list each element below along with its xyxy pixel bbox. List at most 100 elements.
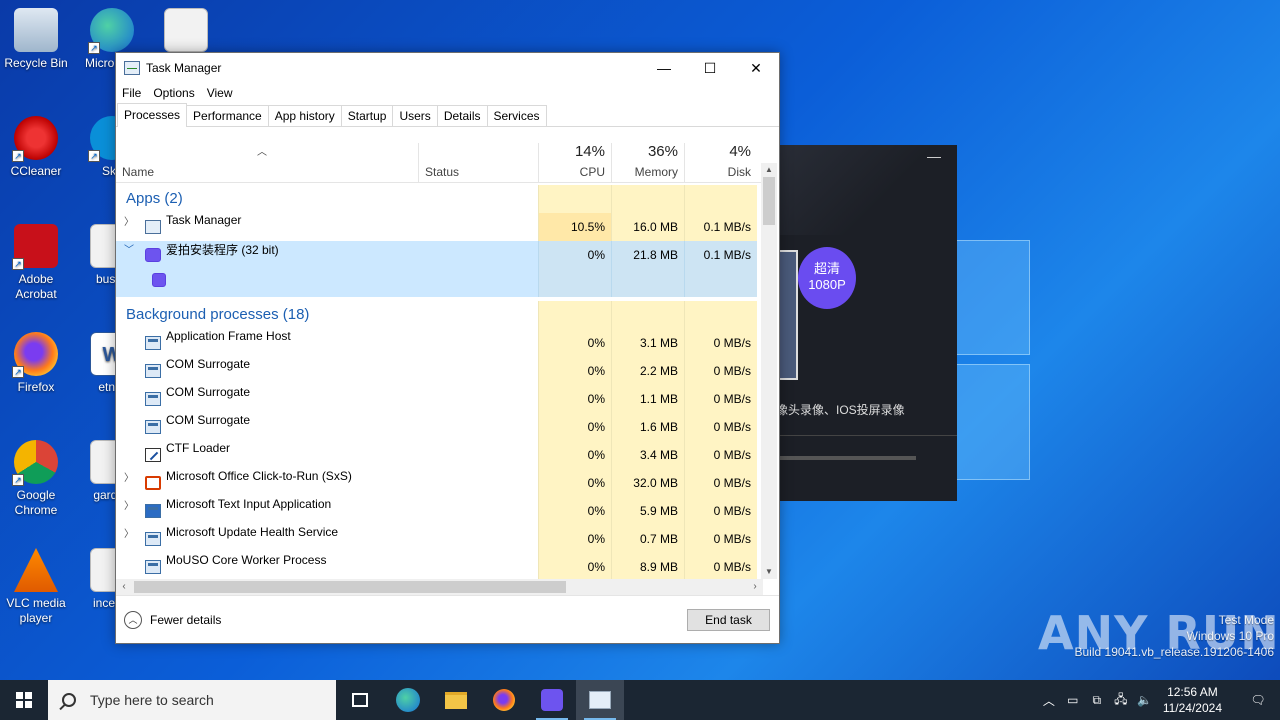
firefox-icon: [493, 689, 515, 711]
chrome-icon: ↗: [12, 440, 58, 486]
vertical-scrollbar[interactable]: ▲ ▼: [761, 163, 777, 579]
window-app-icon: [145, 364, 161, 378]
menu-file[interactable]: File: [122, 86, 141, 100]
taskbar-file-explorer[interactable]: [432, 680, 480, 720]
taskbar-edge[interactable]: [384, 680, 432, 720]
notification-icon[interactable]: 🗨: [1236, 693, 1280, 707]
desktop-icon-google-chrome[interactable]: ↗ Google Chrome: [0, 440, 72, 518]
window-app-icon: [145, 504, 161, 518]
edge-icon: ↗: [88, 8, 134, 54]
chevron-up-icon[interactable]: ︿: [1037, 692, 1061, 709]
firefox-icon: ↗: [12, 332, 58, 378]
desktop-icon-firefox[interactable]: ↗ Firefox: [0, 332, 72, 395]
taskbar-task-manager[interactable]: [576, 680, 624, 720]
tablet-icon[interactable]: ▭: [1061, 693, 1085, 707]
chevron-right-icon[interactable]: 〉: [124, 213, 134, 228]
table-row[interactable]: COM Surrogate 0% 1.6 MB 0 MB/s: [116, 413, 757, 441]
volume-icon[interactable]: 🔈: [1133, 693, 1157, 707]
desktop-icon-vlc[interactable]: VLC media player: [0, 548, 72, 626]
desktop-icon-ccleaner[interactable]: ↗ CCleaner: [0, 116, 72, 179]
table-row[interactable]: 〉 Microsoft Text Input Application 0% 5.…: [116, 497, 757, 525]
recycle-bin-icon: [14, 8, 58, 52]
taskbar-aipai[interactable]: [528, 680, 576, 720]
start-button[interactable]: [0, 680, 48, 720]
image-file-icon: [164, 8, 208, 52]
feature-caption: 像头录像、IOS投屏录像: [776, 403, 905, 417]
menu-bar: File Options View: [116, 83, 779, 103]
scroll-down-icon[interactable]: ▼: [761, 565, 777, 579]
minimize-button[interactable]: —: [641, 53, 687, 83]
desktop-icon-file[interactable]: [150, 8, 222, 56]
table-row[interactable]: Application Frame Host 0% 3.1 MB 0 MB/s: [116, 329, 757, 357]
vlc-icon: [14, 548, 58, 592]
end-task-button[interactable]: End task: [687, 609, 770, 631]
scroll-up-icon[interactable]: ▲: [761, 163, 777, 177]
chevron-right-icon[interactable]: 〉: [124, 469, 134, 484]
tab-performance[interactable]: Performance: [186, 105, 269, 126]
scroll-right-icon[interactable]: ›: [747, 579, 763, 595]
process-grid: ︿ Name Status 14% CPU 36% Memory 4% Disk: [116, 129, 779, 579]
table-row[interactable]: 〉 Microsoft Office Click-to-Run (SxS) 0%…: [116, 469, 757, 497]
task-view-icon: [352, 693, 368, 707]
chevron-right-icon[interactable]: 〉: [124, 497, 134, 512]
minimize-icon[interactable]: [927, 157, 941, 158]
column-cpu[interactable]: 14% CPU: [538, 143, 611, 183]
desktop-icon-adobe-acrobat[interactable]: ↗ Adobe Acrobat: [0, 224, 72, 302]
chevron-right-icon[interactable]: 〉: [124, 525, 134, 540]
tab-startup[interactable]: Startup: [340, 105, 394, 126]
table-row[interactable]: COM Surrogate 0% 1.1 MB 0 MB/s: [116, 385, 757, 413]
tab-details[interactable]: Details: [436, 105, 488, 126]
edge-icon: [396, 688, 420, 712]
task-view-button[interactable]: [336, 680, 384, 720]
table-row[interactable]: MoUSO Core Worker Process 0% 8.9 MB 0 MB…: [116, 553, 757, 579]
tab-users[interactable]: Users: [392, 105, 438, 126]
table-row-selected[interactable]: ﹀ 爱拍安装程序 (32 bit) 0% 21.8 MB 0.1 MB/s: [116, 241, 757, 297]
table-row[interactable]: COM Surrogate 0% 2.2 MB 0 MB/s: [116, 357, 757, 385]
scroll-thumb-horizontal[interactable]: [134, 581, 566, 593]
task-manager-window[interactable]: Task Manager — ☐ ✕ File Options View Pro…: [115, 52, 780, 644]
acrobat-icon: ↗: [12, 224, 58, 270]
window-app-icon: [145, 532, 161, 546]
tab-services[interactable]: Services: [486, 105, 547, 126]
table-row[interactable]: CTF Loader 0% 3.4 MB 0 MB/s: [116, 441, 757, 469]
search-icon: [62, 693, 76, 707]
chevron-down-icon[interactable]: ﹀: [124, 241, 134, 256]
windows-icon: [16, 692, 32, 708]
clock[interactable]: 12:56 AM 11/24/2024: [1163, 684, 1222, 716]
device-icon[interactable]: ⧉: [1085, 693, 1109, 708]
tab-processes[interactable]: Processes: [117, 103, 188, 127]
tab-app-history[interactable]: App history: [267, 105, 342, 126]
window-title: Task Manager: [146, 61, 222, 75]
column-memory[interactable]: 36% Memory: [611, 143, 684, 183]
table-row[interactable]: 〉 Task Manager 10.5% 16.0 MB 0.1 MB/s: [116, 213, 757, 241]
scroll-thumb[interactable]: [763, 177, 775, 225]
title-bar[interactable]: Task Manager — ☐ ✕: [116, 53, 779, 83]
task-manager-icon: [124, 61, 140, 75]
taskbar-firefox[interactable]: [480, 680, 528, 720]
menu-options[interactable]: Options: [153, 86, 194, 100]
aipai-child-icon[interactable]: [152, 273, 166, 287]
chevron-up-icon: ︿: [124, 611, 142, 629]
menu-view[interactable]: View: [207, 86, 233, 100]
aipai-icon: [541, 689, 563, 711]
taskbar-search-box[interactable]: Type here to search: [48, 680, 336, 720]
column-status[interactable]: Status: [418, 143, 538, 183]
desktop-icon-recycle-bin[interactable]: Recycle Bin: [0, 8, 72, 71]
fewer-details-button[interactable]: ︿ Fewer details: [124, 611, 221, 629]
group-header-apps: Apps (2): [116, 185, 757, 213]
maximize-button[interactable]: ☐: [687, 53, 733, 83]
network-icon[interactable]: 🖧: [1109, 690, 1133, 711]
column-disk[interactable]: 4% Disk: [684, 143, 757, 183]
task-manager-icon: [589, 691, 611, 709]
window-app-icon: [145, 336, 161, 350]
aipai-installer-window[interactable]: 超清 1080P 像头录像、IOS投屏录像: [770, 145, 957, 501]
column-name[interactable]: Name: [116, 143, 418, 183]
scroll-left-icon[interactable]: ‹: [116, 579, 132, 595]
hd-1080p-badge: 超清 1080P: [798, 247, 856, 309]
taskbar: Type here to search ︿ ▭ ⧉ 🖧 🔈 12:56 AM 1…: [0, 680, 1280, 720]
table-row[interactable]: 〉 Microsoft Update Health Service 0% 0.7…: [116, 525, 757, 553]
window-app-icon: [145, 392, 161, 406]
horizontal-scrollbar[interactable]: ‹ ›: [116, 579, 763, 595]
close-button[interactable]: ✕: [733, 53, 779, 83]
ctf-loader-icon: [145, 448, 161, 462]
